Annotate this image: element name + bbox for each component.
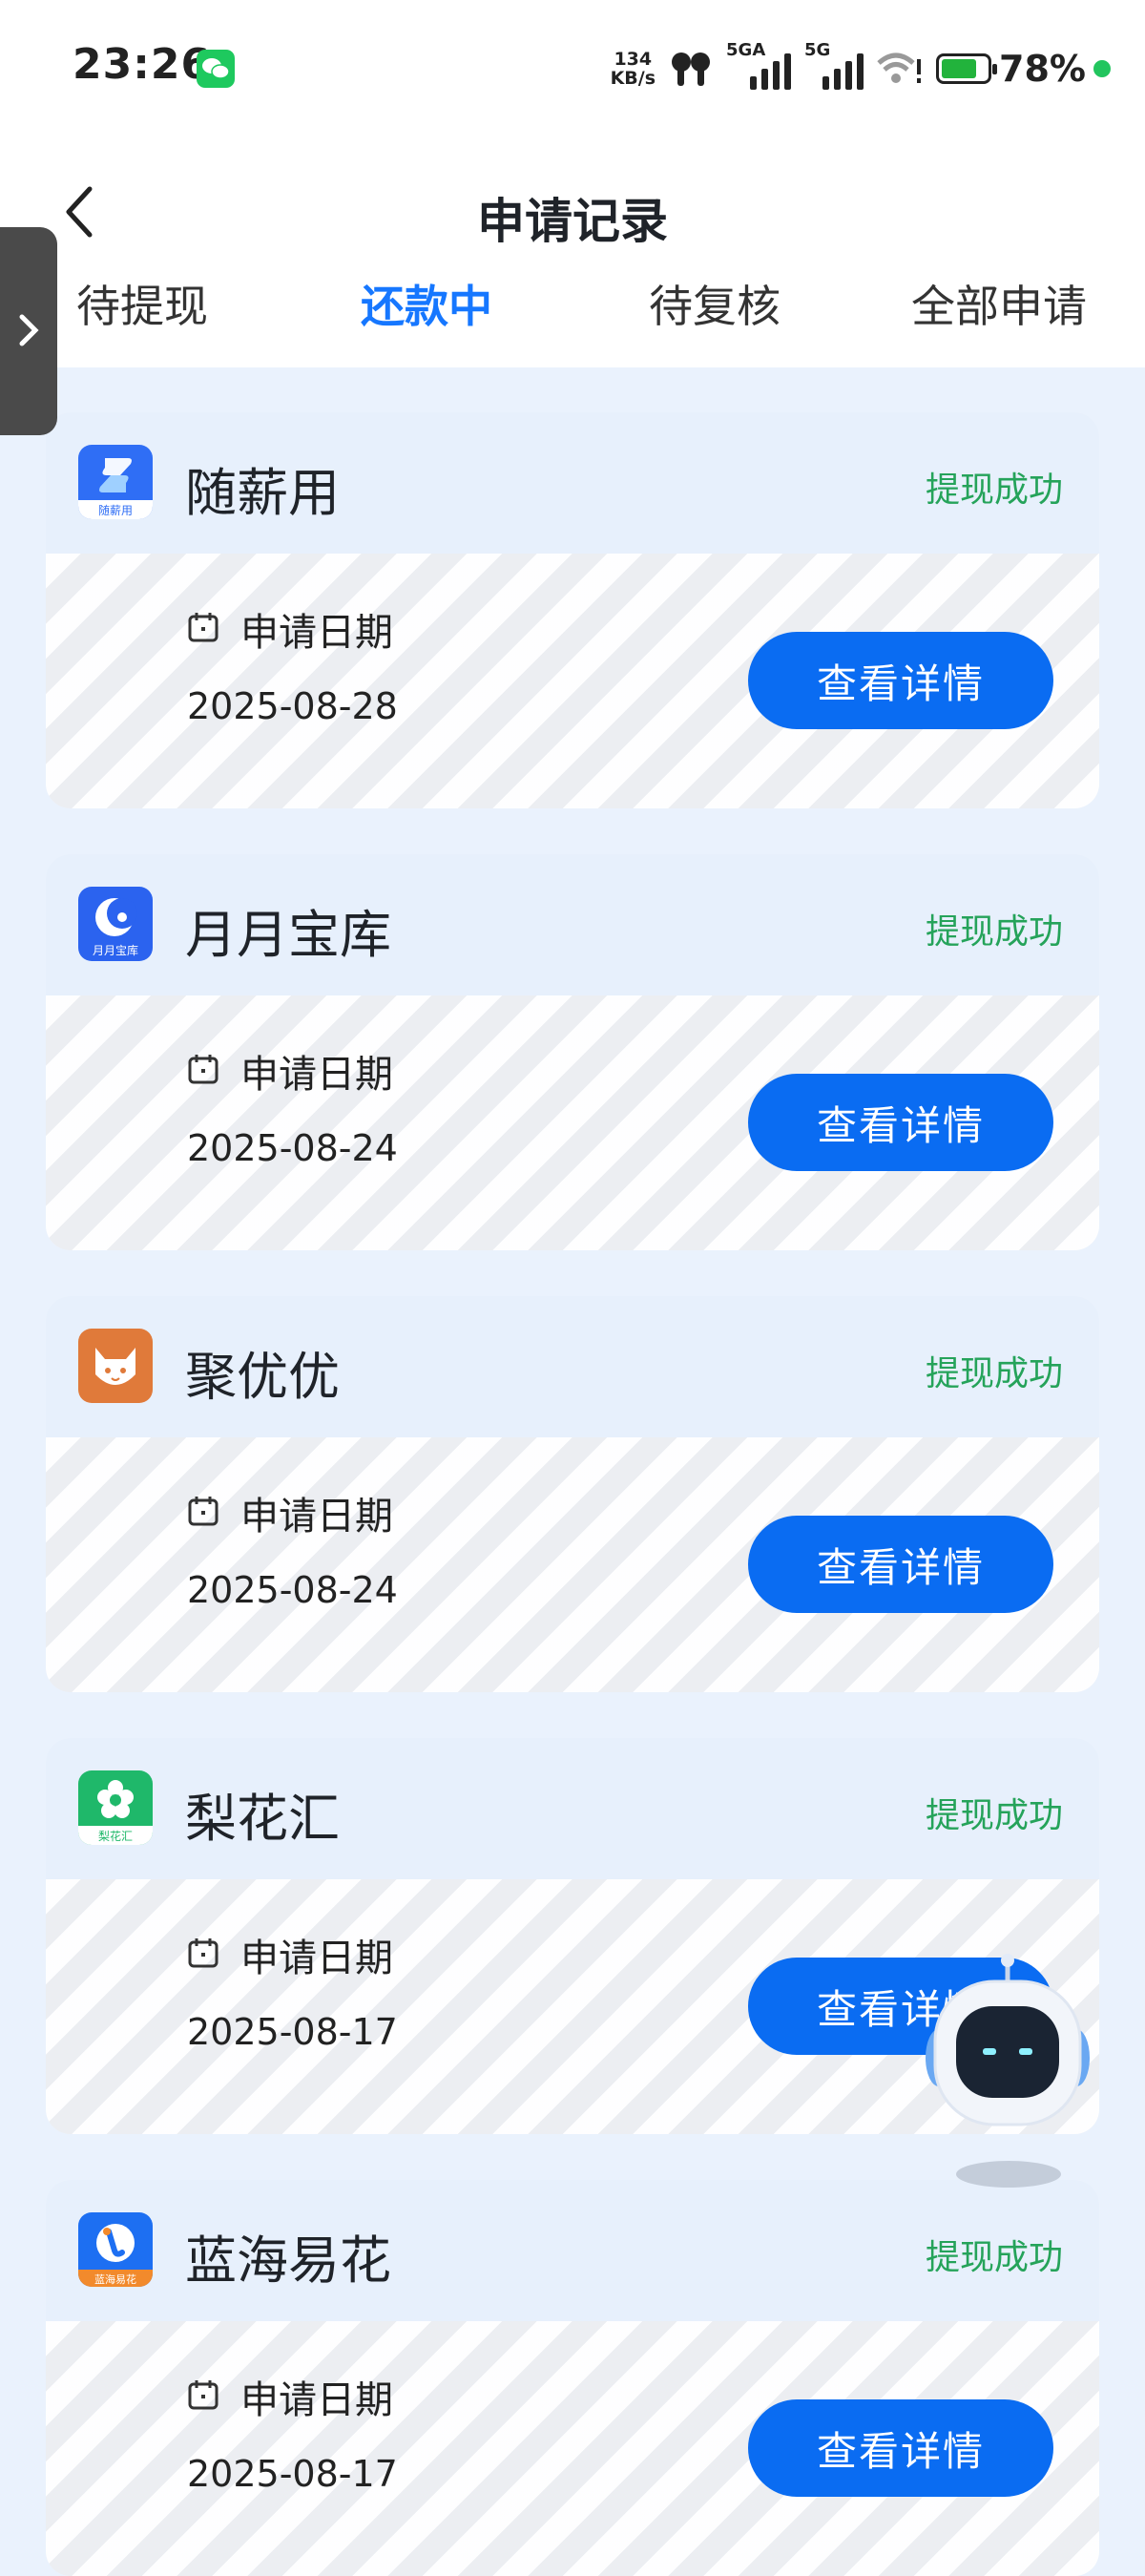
calendar-icon xyxy=(188,613,219,642)
chevron-right-icon xyxy=(19,314,39,346)
calendar-icon xyxy=(188,2380,219,2410)
app-logo-lanhaiyihua: 蓝海易花 xyxy=(78,2212,153,2287)
page-title: 申请记录 xyxy=(477,194,668,249)
signal-sim1: 5GA xyxy=(726,40,792,90)
apply-date-value: 2025-08-28 xyxy=(187,685,398,727)
side-drawer-handle[interactable] xyxy=(0,227,57,435)
record-card: 蓝海易花 蓝海易花 提现成功 申请日期 2025-08-17 查看详情 xyxy=(46,2180,1099,2576)
status-badge: 提现成功 xyxy=(925,912,1063,952)
view-details-button[interactable]: 查看详情 xyxy=(748,1516,1053,1613)
page-header: 申请记录 待提现 还款中 待复核 全部申请 xyxy=(0,134,1145,367)
app-logo-lihuahui: 梨花汇 xyxy=(78,1770,153,1845)
tab-all-applications[interactable]: 全部申请 xyxy=(911,272,1087,335)
app-name: 蓝海易花 xyxy=(185,2230,391,2291)
svg-text:月月宝库: 月月宝库 xyxy=(93,943,138,957)
view-details-button[interactable]: 查看详情 xyxy=(748,1074,1053,1171)
status-icons: 134 KB/s 5GA 5G 78% xyxy=(610,40,1111,95)
app-name: 月月宝库 xyxy=(185,905,391,965)
net-speed: 134 KB/s xyxy=(610,49,656,89)
apply-date-label: 申请日期 xyxy=(240,1937,393,1980)
battery-indicator: 78% xyxy=(936,48,1111,90)
record-card: 随薪用 随薪用 提现成功 申请日期 2025-08-28 查看详情 xyxy=(46,412,1099,808)
wifi-icon xyxy=(877,52,922,83)
apply-date-label: 申请日期 xyxy=(240,1053,393,1097)
svg-text:梨花汇: 梨花汇 xyxy=(98,1829,133,1843)
apply-date-value: 2025-08-24 xyxy=(187,1569,398,1611)
view-details-button[interactable]: 查看详情 xyxy=(748,2399,1053,2497)
app-logo-yueyuebaoku: 月月宝库 xyxy=(78,887,153,961)
earbuds-icon xyxy=(672,52,711,86)
wechat-icon xyxy=(197,50,235,88)
status-badge: 提现成功 xyxy=(925,471,1063,510)
status-time: 23:26 xyxy=(73,40,212,89)
calendar-icon xyxy=(188,1497,219,1526)
record-card-header: 聚优优 提现成功 xyxy=(46,1296,1099,1437)
view-details-button[interactable]: 查看详情 xyxy=(748,632,1053,729)
signal-sim2: 5G xyxy=(804,40,864,90)
calendar-icon xyxy=(188,1055,219,1084)
tab-pending-withdraw[interactable]: 待提现 xyxy=(76,272,208,335)
apply-date-value: 2025-08-17 xyxy=(187,2453,398,2495)
status-bar: 23:26 134 KB/s 5GA 5G 78% xyxy=(0,0,1145,134)
app-logo-juyouyou xyxy=(78,1329,153,1403)
app-name: 梨花汇 xyxy=(185,1789,340,1849)
record-card-body: 申请日期 2025-08-24 查看详情 xyxy=(46,995,1099,1250)
tab-pending-review[interactable]: 待复核 xyxy=(649,272,781,335)
record-card-body: 申请日期 2025-08-24 查看详情 xyxy=(46,1437,1099,1692)
record-card-header: 梨花汇 梨花汇 提现成功 xyxy=(46,1738,1099,1879)
record-card-header: 随薪用 随薪用 提现成功 xyxy=(46,412,1099,554)
apply-date-value: 2025-08-17 xyxy=(187,2011,398,2053)
status-badge: 提现成功 xyxy=(925,1354,1063,1393)
svg-text:蓝海易花: 蓝海易花 xyxy=(94,2272,136,2286)
privacy-dot xyxy=(1093,60,1111,77)
app-logo-suixinyong: 随薪用 xyxy=(78,445,153,519)
record-card-body: 申请日期 2025-08-17 查看详情 xyxy=(46,2321,1099,2576)
apply-date-label: 申请日期 xyxy=(240,611,393,655)
apply-date-value: 2025-08-24 xyxy=(187,1127,398,1169)
record-card: 聚优优 提现成功 申请日期 2025-08-24 查看详情 xyxy=(46,1296,1099,1692)
battery-icon xyxy=(936,53,998,84)
calendar-icon xyxy=(188,1938,219,1968)
svg-text:随薪用: 随薪用 xyxy=(98,503,133,517)
tab-bar: 待提现 还款中 待复核 全部申请 xyxy=(0,272,1145,339)
record-card-header: 蓝海易花 蓝海易花 提现成功 xyxy=(46,2180,1099,2321)
app-name: 聚优优 xyxy=(185,1347,340,1407)
record-card: 月月宝库 月月宝库 提现成功 申请日期 2025-08-24 查看详情 xyxy=(46,854,1099,1250)
record-card-header: 月月宝库 月月宝库 提现成功 xyxy=(46,854,1099,995)
tab-repaying[interactable]: 还款中 xyxy=(361,272,492,335)
assistant-robot-icon[interactable] xyxy=(922,1953,1093,2191)
apply-date-label: 申请日期 xyxy=(240,1495,393,1539)
app-name: 随薪用 xyxy=(185,463,340,523)
status-badge: 提现成功 xyxy=(925,2238,1063,2277)
record-card-body: 申请日期 2025-08-28 查看详情 xyxy=(46,554,1099,808)
apply-date-label: 申请日期 xyxy=(240,2378,393,2422)
status-badge: 提现成功 xyxy=(925,1796,1063,1835)
